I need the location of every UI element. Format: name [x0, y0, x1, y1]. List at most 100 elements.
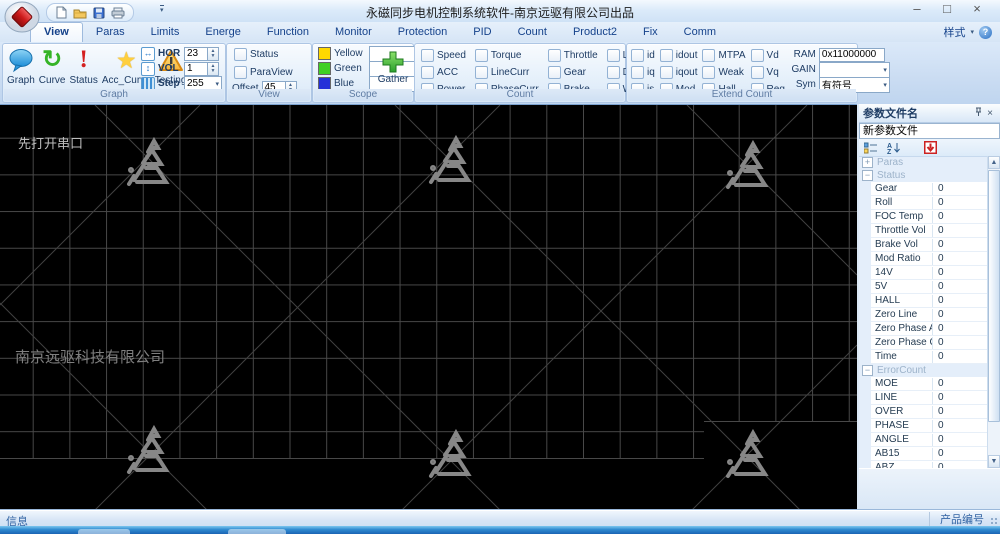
checkbox-gear[interactable]: Gear [547, 66, 598, 79]
hor-spinner[interactable]: 23 ▲ ▼ [184, 46, 219, 61]
print-icon[interactable] [111, 7, 125, 19]
gain-dropdown[interactable]: ▾ [818, 61, 890, 78]
download-params-icon[interactable] [924, 141, 937, 154]
param-row[interactable]: MOE 0 [871, 377, 989, 391]
checkbox-id[interactable]: id [631, 49, 655, 62]
param-row[interactable]: 14V 0 [871, 266, 989, 280]
checkbox-icon[interactable] [702, 66, 716, 79]
vol-value[interactable]: 1 [184, 61, 208, 76]
qat-customize-icon[interactable]: ▾ [160, 5, 164, 15]
pin-icon[interactable] [972, 107, 984, 120]
param-group-header-paras[interactable]: + Paras [859, 156, 989, 169]
taskbar-button[interactable] [228, 529, 286, 534]
checkbox-icon[interactable] [659, 66, 673, 79]
checkbox-paraview[interactable]: ParaView [234, 66, 293, 79]
tab-pid[interactable]: PID [460, 22, 504, 42]
parameter-file-name-field[interactable]: 新参数文件 [859, 123, 1000, 139]
param-row[interactable]: Mod Ratio 0 [871, 252, 989, 266]
style-dropdown-icon[interactable]: ▾ [970, 28, 974, 36]
close-button[interactable]: × [962, 0, 992, 18]
scrollbar-thumb[interactable] [988, 170, 1000, 422]
checkbox-linecurr[interactable]: LineCurr [474, 66, 539, 79]
style-menu[interactable]: 样式 [943, 24, 965, 40]
checkbox-mtpa[interactable]: MTPA [702, 49, 746, 62]
checkbox-icon[interactable] [606, 66, 620, 79]
help-icon[interactable]: ? [979, 25, 992, 39]
checkbox-icon[interactable] [606, 49, 620, 62]
save-icon[interactable] [93, 7, 105, 19]
param-row[interactable]: Zero Line 0 [871, 308, 989, 322]
hor-value[interactable]: 23 [184, 46, 208, 61]
tab-monitor[interactable]: Monitor [322, 22, 385, 42]
gather-button[interactable]: Gather [374, 46, 412, 88]
checkbox-icon[interactable] [234, 66, 247, 79]
param-row[interactable]: 5V 0 [871, 280, 989, 294]
graph-button[interactable]: Graph [5, 46, 37, 86]
ram-address-field[interactable]: 0x11000000 [818, 47, 885, 62]
checkbox-icon[interactable] [474, 66, 488, 79]
param-row[interactable]: ANGLE 0 [871, 433, 989, 447]
tab-paras[interactable]: Paras [83, 22, 138, 42]
expand-icon[interactable]: + [862, 157, 873, 168]
categorized-icon[interactable] [864, 142, 878, 154]
checkbox-icon[interactable] [234, 48, 247, 61]
tab-count[interactable]: Count [505, 22, 560, 42]
checkbox-iqout[interactable]: iqout [659, 66, 697, 79]
checkbox-icon[interactable] [421, 66, 434, 79]
checkbox-status[interactable]: Status [234, 48, 293, 61]
checkbox-icon[interactable] [659, 49, 673, 62]
spinner-arrows-icon[interactable]: ▲▼ [208, 46, 219, 61]
param-row[interactable]: Throttle Vol 0 [871, 224, 989, 238]
param-row[interactable]: PHASE 0 [871, 419, 989, 433]
tab-fix[interactable]: Fix [630, 22, 671, 42]
scroll-down-icon[interactable]: ▼ [988, 455, 1000, 468]
param-row[interactable]: HALL 0 [871, 294, 989, 308]
param-row[interactable]: LINE 0 [871, 391, 989, 405]
checkbox-weak[interactable]: Weak [702, 66, 745, 79]
resize-grip[interactable] [989, 516, 998, 525]
curve-button[interactable]: ↻ Curve [37, 46, 68, 87]
param-row[interactable]: Zero Phase C 0 [871, 336, 989, 350]
param-row[interactable]: OVER 0 [871, 405, 989, 419]
spinner-arrows-icon[interactable]: ▲▼ [208, 61, 219, 76]
checkbox-vq[interactable]: Vq [750, 66, 785, 79]
checkbox-icon[interactable] [631, 49, 644, 62]
maximize-button[interactable]: □ [932, 0, 962, 18]
checkbox-icon[interactable] [750, 49, 764, 62]
open-folder-icon[interactable] [73, 7, 87, 19]
checkbox-icon[interactable] [547, 49, 561, 62]
checkbox-icon[interactable] [421, 49, 434, 62]
checkbox-icon[interactable] [750, 66, 764, 79]
vol-spinner[interactable]: 1 ▲ ▼ [184, 61, 219, 76]
tab-product2[interactable]: Product2 [560, 22, 630, 42]
checkbox-speed[interactable]: Speed [421, 49, 466, 62]
checkbox-icon[interactable] [702, 49, 716, 62]
collapse-icon[interactable]: − [862, 365, 873, 376]
param-row[interactable]: Zero Phase A 0 [871, 322, 989, 336]
oscilloscope-plot[interactable]: 先打开串口 南京远驱科技有限公司 [0, 104, 857, 511]
checkbox-vd[interactable]: Vd [750, 49, 785, 62]
tab-energe[interactable]: Energe [192, 22, 253, 42]
param-row[interactable]: AB15 0 [871, 447, 989, 461]
param-row[interactable]: Gear 0 [871, 182, 989, 196]
taskbar-button[interactable] [78, 529, 130, 534]
tab-function[interactable]: Function [254, 22, 322, 42]
tab-limits[interactable]: Limits [138, 22, 193, 42]
app-menu-button[interactable] [4, 1, 42, 33]
checkbox-iq[interactable]: iq [631, 66, 655, 79]
minimize-button[interactable]: – [902, 0, 932, 18]
param-row[interactable]: Time 0 [871, 350, 989, 364]
param-group-header-status[interactable]: − Status [859, 169, 989, 182]
checkbox-icon[interactable] [631, 66, 644, 79]
checkbox-icon[interactable] [547, 66, 561, 79]
sort-az-icon[interactable]: A Z [887, 142, 901, 154]
checkbox-torque[interactable]: Torque [474, 49, 539, 62]
checkbox-acc[interactable]: ACC [421, 66, 466, 79]
collapse-icon[interactable]: − [862, 170, 873, 181]
new-document-icon[interactable] [55, 6, 67, 19]
close-panel-icon[interactable]: × [984, 108, 996, 119]
panel-scrollbar[interactable]: ▲ ▼ [987, 156, 1000, 468]
status-button[interactable]: ! Status [67, 46, 99, 87]
param-group-header-errorcount[interactable]: − ErrorCount [859, 364, 989, 377]
tab-protection[interactable]: Protection [385, 22, 461, 42]
